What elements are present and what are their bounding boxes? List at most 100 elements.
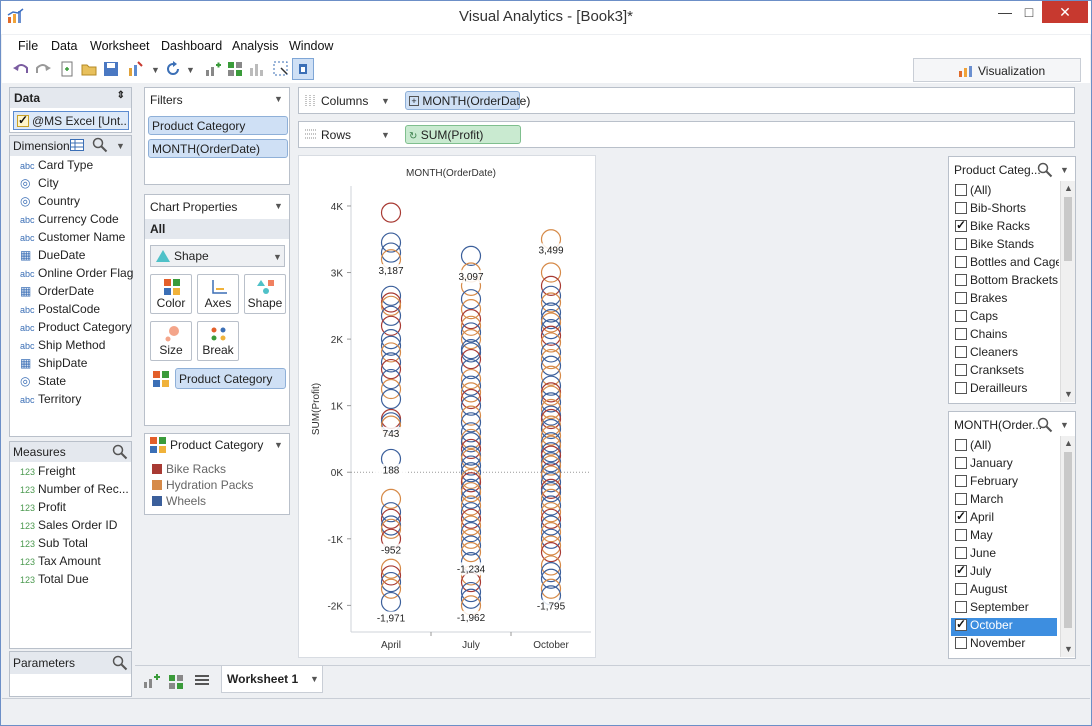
new-file-icon[interactable] <box>58 60 76 78</box>
data-panel-sort-icon[interactable]: ⇕ <box>117 90 125 101</box>
checkbox[interactable] <box>955 202 967 214</box>
filter-pill-product-category[interactable]: Product Category <box>148 116 288 135</box>
shape-card[interactable]: Shape <box>244 274 286 314</box>
checkbox[interactable] <box>955 274 967 286</box>
checkbox[interactable] <box>955 238 967 250</box>
expand-icon[interactable]: + <box>409 96 419 106</box>
rows-pill[interactable]: ↻ SUM(Profit) <box>405 125 521 144</box>
color-encoding-pill[interactable]: Product Category <box>175 368 286 389</box>
checkbox[interactable] <box>955 509 967 523</box>
refresh-dropdown-icon[interactable]: ▼ <box>186 65 195 75</box>
search-icon[interactable] <box>92 137 108 153</box>
columns-menu-icon[interactable]: ▼ <box>381 96 390 106</box>
menu-window[interactable]: Window <box>289 39 333 53</box>
data-source-icon[interactable] <box>126 60 144 78</box>
dimension-item[interactable]: abc Online Order Flag <box>20 266 133 284</box>
search-icon[interactable] <box>1037 417 1053 433</box>
dimension-item[interactable]: abc Territory <box>20 392 81 410</box>
filter-card-2-scrollbar[interactable]: ▲ ▼ <box>1060 436 1075 657</box>
filter-option[interactable]: March <box>955 492 1003 510</box>
checkbox[interactable] <box>955 457 967 469</box>
measure-item[interactable]: 123 Total Due <box>20 572 89 590</box>
menu-file[interactable]: File <box>18 39 38 53</box>
filter-option[interactable]: Cleaners <box>955 345 1018 363</box>
filter-option[interactable]: April <box>955 509 994 528</box>
measure-item[interactable]: 123 Profit <box>20 500 66 518</box>
filter-option[interactable]: Caps <box>955 309 998 327</box>
axes-card[interactable]: Axes <box>197 274 239 314</box>
filter-option[interactable]: September <box>955 600 1029 618</box>
filter-option[interactable]: November <box>955 636 1025 654</box>
checkbox[interactable] <box>955 439 967 451</box>
filter-option[interactable]: Cranksets <box>955 363 1024 381</box>
filter-option[interactable]: June <box>955 546 996 564</box>
refresh-icon[interactable] <box>164 60 182 78</box>
checkbox[interactable] <box>955 256 967 268</box>
visualization-tab[interactable]: Visualization <box>913 58 1081 82</box>
filter-option[interactable]: January <box>955 456 1013 474</box>
checkbox[interactable] <box>955 583 967 595</box>
menu-data[interactable]: Data <box>51 39 77 53</box>
filter-option[interactable]: October <box>951 617 1057 636</box>
search-icon[interactable] <box>112 444 128 460</box>
checkbox[interactable] <box>955 563 967 577</box>
measure-item[interactable]: 123 Number of Rec... <box>20 482 129 500</box>
dimension-item[interactable]: abc Currency Code <box>20 212 119 230</box>
worksheet-tab[interactable]: Worksheet 1 ▼ <box>221 666 323 693</box>
checkbox[interactable] <box>955 475 967 487</box>
legend-menu-icon[interactable]: ▼ <box>274 440 283 450</box>
close-button[interactable]: ✕ <box>1042 1 1088 23</box>
checkbox[interactable] <box>955 292 967 304</box>
dimension-item[interactable]: abc PostalCode <box>20 302 100 320</box>
checkbox[interactable] <box>955 529 967 541</box>
scroll-thumb[interactable] <box>1064 197 1072 261</box>
dimension-item[interactable]: ▦ OrderDate <box>20 284 94 302</box>
dimension-item[interactable]: abc Card Type <box>20 158 93 176</box>
filter-option[interactable]: Bike Stands <box>955 237 1034 255</box>
dimension-item[interactable]: ◎ State <box>20 374 66 392</box>
data-point[interactable] <box>380 591 402 613</box>
filter-card-2-menu-icon[interactable]: ▼ <box>1060 420 1069 430</box>
measure-item[interactable]: 123 Sales Order ID <box>20 518 117 536</box>
scroll-down-icon[interactable]: ▼ <box>1064 389 1073 399</box>
open-folder-icon[interactable] <box>80 60 98 78</box>
legend-item[interactable]: Wheels <box>152 494 206 512</box>
measure-item[interactable]: 123 Sub Total <box>20 536 88 554</box>
dimension-item[interactable]: abc Customer Name <box>20 230 125 248</box>
sheet-list-icon[interactable] <box>193 673 211 689</box>
checkbox[interactable] <box>955 328 967 340</box>
filter-option[interactable]: Bib-Shorts <box>955 201 1026 219</box>
undo-icon[interactable] <box>12 60 30 78</box>
checkbox[interactable] <box>955 637 967 649</box>
dimension-item[interactable]: ◎ Country <box>20 194 80 212</box>
break-card[interactable]: Break <box>197 321 239 361</box>
checkbox[interactable] <box>955 184 967 196</box>
checkbox[interactable] <box>955 617 967 631</box>
filter-option[interactable]: Brakes <box>955 291 1007 309</box>
checkbox[interactable] <box>955 364 967 376</box>
filter-card-1-menu-icon[interactable]: ▼ <box>1060 165 1069 175</box>
data-source-item[interactable]: @MS Excel [Unt... <box>13 111 129 130</box>
filter-option[interactable]: August <box>955 582 1007 600</box>
dimension-item[interactable]: abc Ship Method <box>20 338 105 356</box>
filter-pill-month-orderdate[interactable]: MONTH(OrderDate) <box>148 139 288 158</box>
scatter-chart[interactable]: MONTH(OrderDate) SUM(Profit) 4K 3K 2K 1K 0K -1K… <box>299 156 597 659</box>
filter-option[interactable]: (All) <box>955 438 991 456</box>
size-card[interactable]: Size <box>150 321 192 361</box>
redo-icon[interactable] <box>34 60 52 78</box>
new-worksheet-icon[interactable] <box>143 673 161 689</box>
checkbox[interactable] <box>955 346 967 358</box>
menu-dashboard[interactable]: Dashboard <box>161 39 222 53</box>
add-dashboard-icon[interactable] <box>226 60 244 78</box>
pan-tool-button[interactable] <box>292 58 314 80</box>
filters-menu-icon[interactable]: ▼ <box>274 94 283 104</box>
worksheet-tab-menu-icon[interactable]: ▼ <box>310 674 319 684</box>
dimension-item[interactable]: ◎ City <box>20 176 59 194</box>
checkbox[interactable] <box>955 382 967 394</box>
checkbox[interactable] <box>955 310 967 322</box>
table-view-icon[interactable] <box>70 139 84 151</box>
mark-type-select[interactable]: Shape ▼ <box>150 245 285 267</box>
filter-option[interactable]: Bike Racks <box>955 218 1030 237</box>
checkbox[interactable] <box>955 601 967 613</box>
measure-item[interactable]: 123 Freight <box>20 464 75 482</box>
